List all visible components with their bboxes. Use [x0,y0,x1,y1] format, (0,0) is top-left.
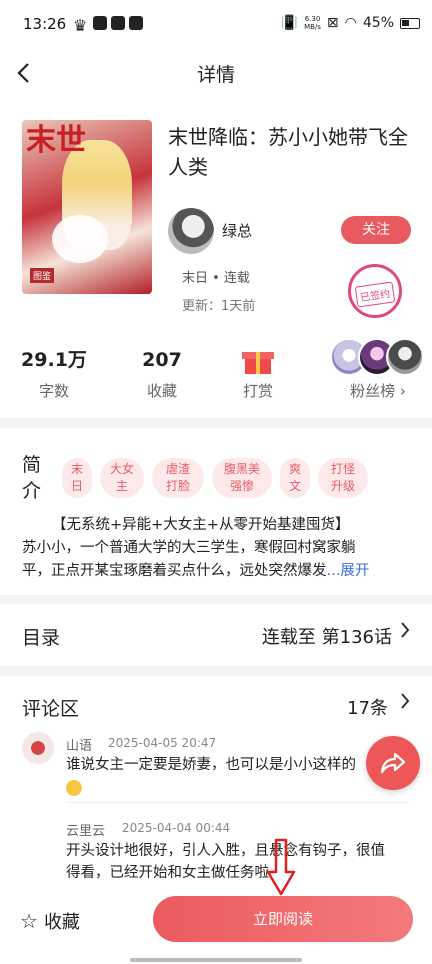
book-title: 末世降临：苏小小她带飞全人类 [168,125,408,179]
tag-line: 文 [288,479,301,493]
stat-words-label: 字数 [38,382,69,400]
home-indicator[interactable] [130,958,302,962]
tag-line: 腹黑美 [223,462,260,476]
comment-date: 2025-04-05 20:47 [108,736,217,750]
status-time: 13:26 [23,15,67,33]
stat-favorites-label: 收藏 [146,382,177,400]
catalog-row[interactable]: 目录 连载至 第136话 [0,604,432,666]
share-icon [380,752,406,774]
status-notification-icons: ♛ [73,16,143,35]
tag-line: 主 [115,479,128,493]
gift-icon [242,346,274,374]
comment-text: 开头设计地很好，引人入胜，且悬念有钩子，很值 [66,843,385,859]
status-bar: 13:26 ♛ 📳 6.30 MB/s ⊠ ◠ 45% [0,0,432,50]
book-stats: 29.1万 字数 207 收藏 打赏 粉丝榜 › [0,338,432,408]
follow-button[interactable]: 关注 [341,216,411,244]
comments-count[interactable]: 17条 [347,694,388,720]
intro-section: 简介 末日 大女主 虐渣打脸 腹黑美强惨 爽文 打怪升级 【无系统+异能+大女主… [0,428,432,595]
intro-line-text: 平，正点开某宝琢磨着买点什么，远处突然爆发 [22,563,327,579]
star-icon: ☆ [20,909,38,933]
vibrate-icon: 📳 [280,15,299,31]
share-button[interactable] [366,736,420,790]
mail-notification-icon [111,16,125,30]
tag-list: 末日 大女主 虐渣打脸 腹黑美强惨 爽文 打怪升级 [62,458,368,498]
tag-line: 强惨 [229,479,254,493]
stat-favorites: 207 收藏 [122,346,202,401]
tag-item[interactable]: 虐渣 打脸 [152,458,204,498]
fans-ranking-label: 粉丝榜 › [350,382,406,400]
tag-item[interactable]: 末日 [62,458,92,498]
stat-words-value: 29.1万 [21,349,87,371]
calendar-notification-icon [129,16,143,30]
cover-pet [52,215,108,263]
favorite-button[interactable]: ☆ 收藏 [20,908,80,934]
tag-line: 打怪 [330,462,355,476]
app-notification-icon [93,16,107,30]
tag-line: 升级 [330,479,355,493]
crown-icon: ♛ [73,16,88,35]
commenter-avatar[interactable] [22,732,54,764]
tag-line: 大女 [109,462,134,476]
tag-item[interactable]: 打怪 升级 [318,458,368,498]
cry-emoji-icon [66,778,82,800]
reward-label: 打赏 [242,382,273,400]
comment-text: 得看，已经开始和女主做任务啦 [66,865,269,881]
favorite-label: 收藏 [43,912,80,933]
intro-heading: 简介 [22,454,42,502]
tag-line: 虐渣 [165,462,190,476]
tag-line: 爽 [288,462,301,476]
catalog-label: 目录 [22,627,61,649]
tag-item[interactable]: 腹黑美 强惨 [212,458,272,498]
book-info-card: 末世 图鉴 末世降临：苏小小她带飞全人类 绿总 关注 末日 • 连载 更新：1天… [0,96,432,418]
comments-label: 评论区 [22,698,80,720]
top-nav: 详情 [0,50,432,96]
wifi-icon: ◠ [344,15,357,31]
intro-text: 【无系统+异能+大女主+从零开始基建囤货】 苏小小，一个普通大学的大三学生，寒假… [22,514,414,583]
intro-line: 【无系统+异能+大女主+从零开始基建囤货】 [52,517,350,533]
tag-line: 日 [70,479,83,493]
intro-line: 苏小小，一个普通大学的大三学生，寒假回村窝家躺 [22,540,356,556]
status-right: 📳 6.30 MB/s ⊠ ◠ 45% [281,15,420,31]
stat-favorites-value: 207 [142,349,182,371]
annotation-arrow-icon [266,838,296,896]
author-avatar[interactable] [168,208,214,254]
netspeed-value: 6.30 [304,15,321,23]
reward-button[interactable]: 打赏 [218,346,298,401]
stat-words: 29.1万 字数 [14,346,94,401]
battery-icon [400,17,420,29]
intro-line: 平，正点开某宝琢磨着买点什么，远处突然爆发...展开 [22,560,414,583]
book-detail-page: 13:26 ♛ 📳 6.30 MB/s ⊠ ◠ 45% 详情 末世 图鉴 末世降… [0,0,432,964]
book-genre-status: 末日 • 连载 [182,271,250,286]
tag-item[interactable]: 大女主 [100,458,144,498]
commenter-name[interactable]: 山语 [66,735,92,754]
cover-tag: 图鉴 [30,268,55,283]
page-title: 详情 [196,64,235,86]
signed-stamp: 已签约 [348,264,402,318]
expand-link[interactable]: ...展开 [327,563,370,579]
comment-divider [66,802,410,803]
book-cover[interactable]: 末世 图鉴 [22,120,152,294]
tag-item[interactable]: 爽文 [280,458,310,498]
author-name[interactable]: 绿总 [222,220,252,241]
battery-percent: 45% [362,15,394,31]
commenter-name[interactable]: 云里云 [66,820,105,839]
tag-line: 打脸 [165,479,190,493]
sim-icon: ⊠ [326,15,339,31]
cover-title-art: 末世 [26,123,86,158]
comment-date: 2025-04-04 00:44 [122,821,231,835]
catalog-progress: 连载至 第136话 [261,627,392,648]
tag-line: 末 [70,462,83,476]
read-now-button[interactable]: 立即阅读 [153,896,413,942]
netspeed-unit: MB/s [304,23,321,31]
chevron-right-icon[interactable] [400,691,410,715]
signed-stamp-label: 已签约 [354,281,396,308]
fans-ranking-link[interactable]: 粉丝榜 › [340,346,416,401]
chevron-right-icon [400,620,410,644]
comment-text: 谁说女主一定要是娇妻，也可以是小小这样的 [66,757,356,773]
book-updated: 更新：1天前 [182,299,256,314]
bottom-bar: ☆ 收藏 立即阅读 [0,886,432,964]
network-speed: 6.30 MB/s [304,15,321,31]
